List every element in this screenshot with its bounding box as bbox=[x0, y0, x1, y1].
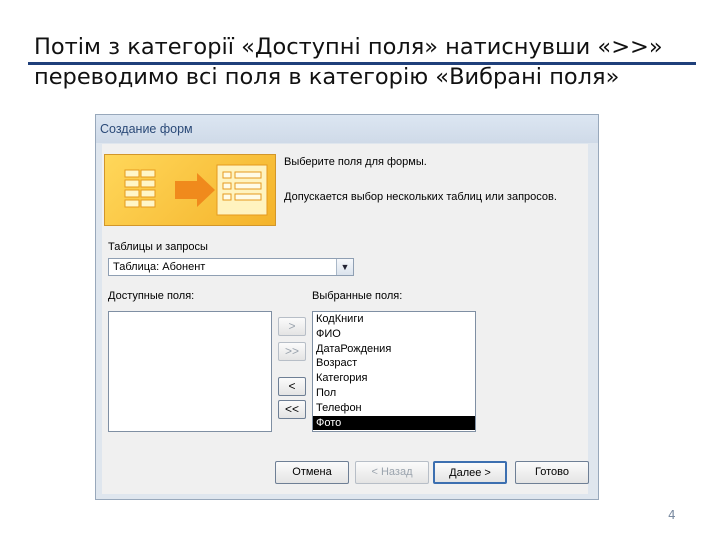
selected-fields-label: Выбранные поля: bbox=[312, 290, 403, 302]
finish-button[interactable]: Готово bbox=[515, 461, 589, 484]
list-item[interactable]: ФИО bbox=[313, 327, 475, 342]
intro-text-2: Допускается выбор нескольких таблиц или … bbox=[284, 191, 557, 203]
form-wizard-dialog: Создание форм Выберите поля для формы. Д… bbox=[95, 114, 599, 500]
list-item[interactable]: КодКниги bbox=[313, 312, 475, 327]
list-item[interactable]: ДатаРождения bbox=[313, 342, 475, 357]
list-item[interactable]: Пол bbox=[313, 386, 475, 401]
list-item[interactable]: Телефон bbox=[313, 401, 475, 416]
add-all-fields-button[interactable]: >> bbox=[278, 342, 306, 361]
remove-field-button[interactable]: < bbox=[278, 377, 306, 396]
list-item[interactable]: Фото bbox=[313, 415, 475, 431]
chevron-down-icon[interactable]: ▼ bbox=[336, 259, 353, 275]
cancel-button[interactable]: Отмена bbox=[275, 461, 349, 484]
caption-line-2: переводимо всі поля в категорію «Вибрані… bbox=[34, 64, 620, 90]
list-item[interactable]: Категория bbox=[313, 371, 475, 386]
remove-all-fields-button[interactable]: << bbox=[278, 400, 306, 419]
tables-select[interactable]: Таблица: Абонент ▼ bbox=[108, 258, 354, 276]
wizard-illustration-icon bbox=[104, 154, 276, 226]
back-button[interactable]: < Назад bbox=[355, 461, 429, 484]
page-number: 4 bbox=[668, 508, 676, 522]
available-fields-label: Доступные поля: bbox=[108, 290, 195, 302]
selected-fields-list[interactable]: КодКниги ФИО ДатаРождения Возраст Категория П… bbox=[312, 311, 476, 432]
list-item[interactable]: Возраст bbox=[313, 356, 475, 371]
next-button[interactable]: Далее > bbox=[433, 461, 507, 484]
dialog-title: Создание форм bbox=[96, 115, 598, 143]
caption-line-1: Потім з категорії «Доступні поля» натисн… bbox=[34, 34, 663, 60]
title-divider bbox=[28, 62, 696, 65]
add-field-button[interactable]: > bbox=[278, 317, 306, 336]
dialog-body: Выберите поля для формы. Допускается выб… bbox=[102, 144, 589, 494]
intro-text-1: Выберите поля для формы. bbox=[284, 156, 427, 168]
available-fields-list[interactable] bbox=[108, 311, 272, 432]
tables-select-value: Таблица: Абонент bbox=[113, 261, 206, 273]
tables-label: Таблицы и запросы bbox=[108, 241, 208, 253]
